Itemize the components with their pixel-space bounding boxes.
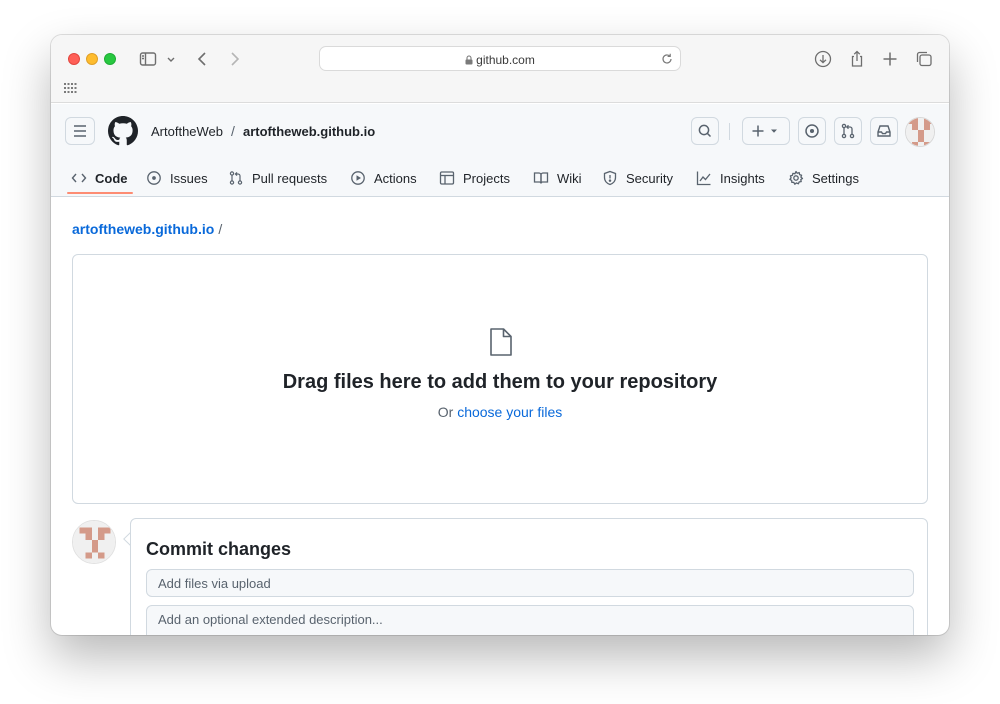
- file-drop-zone[interactable]: Drag files here to add them to your repo…: [72, 254, 928, 504]
- commit-changes-panel: Commit changes: [130, 518, 928, 635]
- user-avatar[interactable]: [905, 117, 935, 147]
- tab-wiki[interactable]: Wiki: [533, 166, 582, 190]
- lock-icon: [465, 55, 473, 65]
- share-icon[interactable]: [847, 49, 867, 69]
- address-bar[interactable]: github.com: [319, 46, 681, 71]
- commit-author-avatar: [72, 520, 116, 564]
- repo-owner-link[interactable]: ArtoftheWeb: [151, 124, 223, 139]
- github-logo-icon[interactable]: [108, 116, 138, 146]
- search-button[interactable]: [691, 117, 719, 145]
- tab-label: Issues: [170, 170, 208, 186]
- drop-zone-subtitle: Or choose your files: [73, 404, 927, 420]
- tab-label: Pull requests: [252, 170, 328, 186]
- commit-summary-input[interactable]: [147, 570, 913, 596]
- pull-request-icon: [841, 123, 855, 139]
- owner-repo-separator: /: [231, 123, 235, 139]
- table-icon: [439, 171, 455, 185]
- browser-toolbar: github.com: [51, 35, 949, 103]
- issue-icon: [805, 124, 819, 138]
- inbox-button[interactable]: [870, 117, 898, 145]
- book-icon: [533, 172, 549, 184]
- browser-window: github.com ArtoftheWeb / artoftheweb.git…: [51, 35, 949, 635]
- breadcrumb-repo-link[interactable]: artoftheweb.github.io: [72, 221, 214, 237]
- graph-icon: [696, 171, 711, 186]
- create-new-button[interactable]: [742, 117, 790, 145]
- tab-issues[interactable]: Issues: [146, 166, 208, 190]
- sidebar-icon[interactable]: [138, 49, 158, 69]
- tab-label: Settings: [812, 170, 859, 186]
- new-tab-icon[interactable]: [880, 49, 900, 69]
- tab-label: Actions: [374, 170, 417, 186]
- repo-tabs: Code Issues Pull requests Actions Projec…: [51, 162, 949, 196]
- tab-projects[interactable]: Projects: [439, 166, 510, 190]
- drop-zone-title: Drag files here to add them to your repo…: [282, 371, 718, 393]
- commit-changes-title: Commit changes: [146, 539, 292, 559]
- download-icon[interactable]: [813, 49, 833, 69]
- tab-settings[interactable]: Settings: [788, 166, 859, 190]
- header-divider: [729, 123, 730, 140]
- choose-files-link[interactable]: choose your files: [457, 404, 562, 420]
- breadcrumb-separator: /: [218, 221, 223, 237]
- or-text: Or: [437, 404, 454, 420]
- url-text: github.com: [476, 53, 535, 67]
- tab-overview-icon[interactable]: [914, 49, 934, 69]
- commit-summary-field[interactable]: [146, 569, 914, 597]
- active-tab-indicator: [67, 192, 133, 194]
- tab-code[interactable]: Code: [71, 166, 128, 190]
- tab-insights[interactable]: Insights: [696, 166, 765, 190]
- play-icon: [351, 171, 365, 185]
- plus-icon: [752, 125, 777, 137]
- close-window-button[interactable]: [68, 53, 80, 65]
- commit-description-input[interactable]: [147, 606, 913, 635]
- zoom-window-button[interactable]: [104, 53, 116, 65]
- tab-security[interactable]: Security: [602, 166, 673, 190]
- minimize-window-button[interactable]: [86, 53, 98, 65]
- hamburger-icon: [74, 125, 86, 137]
- menu-button[interactable]: [65, 117, 95, 145]
- github-header: ArtoftheWeb / artoftheweb.github.io Code…: [51, 104, 949, 197]
- code-icon: [71, 173, 87, 183]
- reload-icon[interactable]: [660, 52, 674, 66]
- shield-icon: [603, 170, 617, 186]
- inbox-icon: [877, 125, 891, 137]
- tab-actions[interactable]: Actions: [350, 166, 417, 190]
- gear-icon: [789, 170, 804, 185]
- forward-icon[interactable]: [224, 49, 244, 69]
- issue-icon: [147, 171, 161, 185]
- file-icon: [488, 327, 514, 357]
- back-icon[interactable]: [193, 49, 213, 69]
- tab-label: Insights: [720, 170, 765, 186]
- tab-label: Code: [95, 170, 128, 186]
- tab-label: Wiki: [557, 170, 582, 186]
- tab-label: Projects: [463, 170, 510, 186]
- tab-label: Security: [626, 170, 673, 186]
- breadcrumb: artoftheweb.github.io /: [72, 221, 222, 237]
- search-icon: [698, 124, 712, 138]
- chevron-down-icon[interactable]: [164, 49, 178, 69]
- commit-description-field[interactable]: [146, 605, 914, 635]
- repo-name-link[interactable]: artoftheweb.github.io: [243, 124, 375, 139]
- issues-button[interactable]: [798, 117, 826, 145]
- pull-requests-button[interactable]: [834, 117, 862, 145]
- pull-request-icon: [229, 171, 243, 185]
- grid-icon[interactable]: [64, 83, 77, 93]
- tab-pull-requests[interactable]: Pull requests: [228, 166, 327, 190]
